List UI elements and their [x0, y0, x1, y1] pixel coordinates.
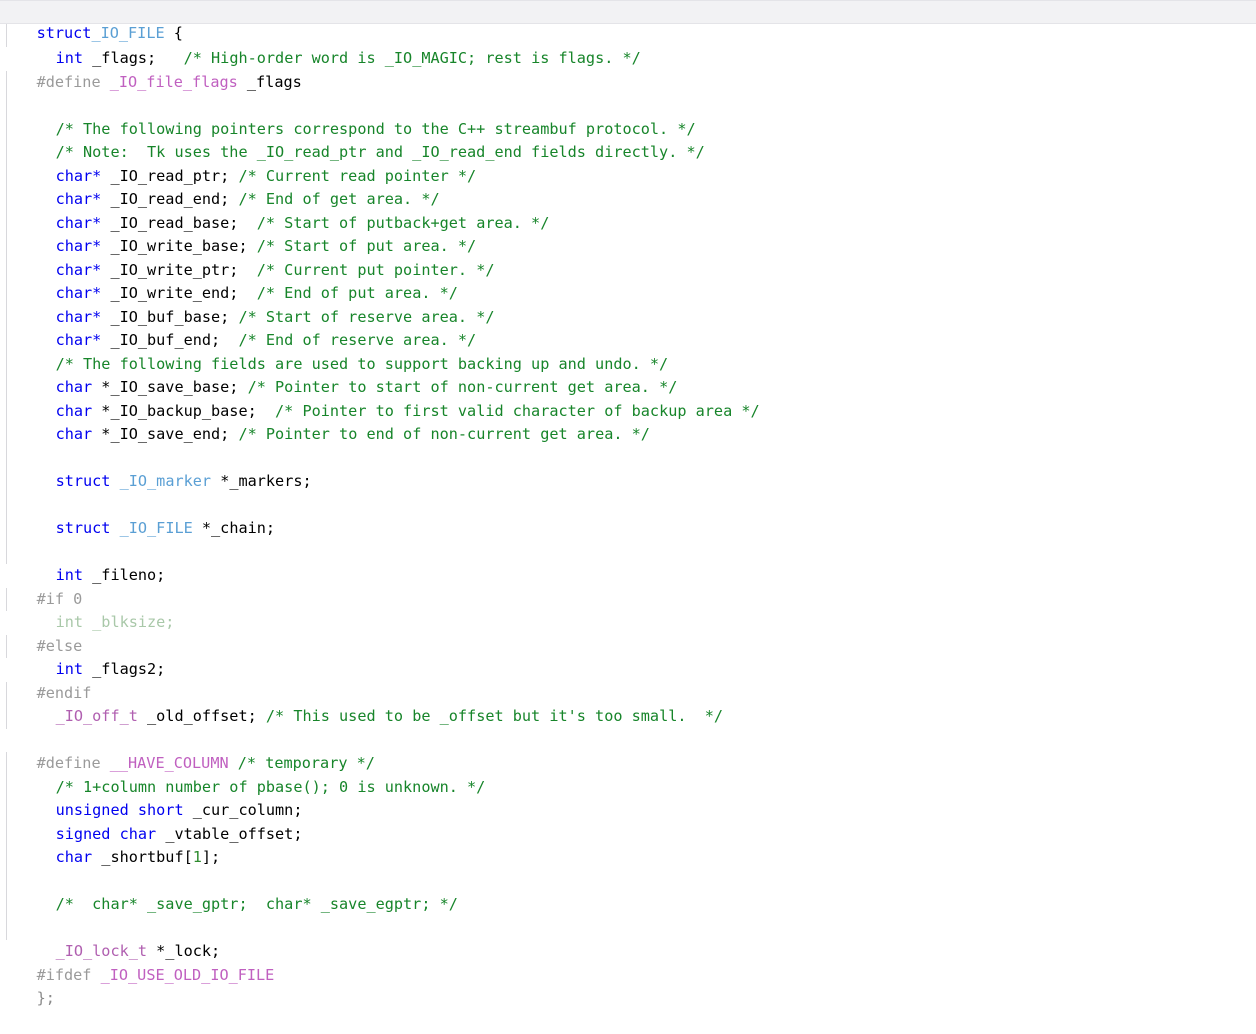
code-editor-view[interactable]: struct_IO_FILE { int _flags; /* High-ord… [0, 0, 1256, 1015]
code-line[interactable]: char* _IO_write_end; /* End of put area.… [0, 258, 1256, 302]
code-line[interactable]: int _flags; /* High-order word is _IO_MA… [0, 23, 1256, 67]
code-line[interactable]: char* _IO_read_end; /* End of get area. … [0, 164, 1256, 208]
code-line-inactive[interactable]: int _blksize; [0, 587, 1256, 631]
code-line-blank[interactable] [0, 893, 1256, 917]
code-line-blank[interactable] [0, 70, 1256, 95]
code-line[interactable]: }; [0, 964, 1256, 1007]
code-line[interactable]: char* _IO_write_ptr; /* Current put poin… [0, 235, 1256, 279]
closing-brace-token: }; [36, 989, 55, 1007]
code-line[interactable]: _IO_lock_t *_lock; [0, 916, 1256, 960]
code-line[interactable]: #define __HAVE_COLUMN /* temporary */ [0, 729, 1256, 772]
code-line[interactable]: char* _IO_write_base; /* Start of put ar… [0, 211, 1256, 255]
code-line-blank[interactable] [0, 470, 1256, 494]
code-line[interactable]: char _shortbuf[1]; [0, 822, 1256, 866]
code-line[interactable]: struct _IO_marker *_markers; [0, 446, 1256, 490]
code-line[interactable]: char *_IO_backup_base; /* Pointer to fir… [0, 376, 1256, 420]
code-line[interactable]: int _flags2; [0, 634, 1256, 678]
code-line[interactable]: char* _IO_buf_base; /* Start of reserve … [0, 282, 1256, 326]
code-line[interactable]: unsigned short _cur_column; [0, 775, 1256, 819]
code-line[interactable]: char *_IO_save_base; /* Pointer to start… [0, 352, 1256, 396]
code-line[interactable]: /* The following pointers correspond to … [0, 94, 1256, 138]
code-line[interactable]: #if 0 [0, 564, 1256, 608]
code-line[interactable]: char* _IO_read_base; /* Start of putback… [0, 188, 1256, 232]
code-line[interactable]: /* Note: Tk uses the _IO_read_ptr and _I… [0, 117, 1256, 161]
code-line[interactable]: char* _IO_read_ptr; /* Current read poin… [0, 141, 1256, 185]
code-line[interactable]: char *_IO_save_end; /* Pointer to end of… [0, 399, 1256, 443]
code-line-blank[interactable] [0, 846, 1256, 870]
code-line[interactable]: #define _IO_file_flags _flags [0, 47, 1256, 91]
code-line[interactable]: #ifdef _IO_USE_OLD_IO_FILE [0, 940, 1256, 984]
code-line[interactable]: #endif [0, 658, 1256, 702]
code-line-blank[interactable] [0, 517, 1256, 541]
code-line[interactable]: #else [0, 611, 1256, 655]
code-line[interactable]: _IO_off_t _old_offset; /* This used to b… [0, 681, 1256, 725]
code-line[interactable]: /* char* _save_gptr; char* _save_egptr; … [0, 869, 1256, 913]
code-line[interactable]: int _fileno; [0, 540, 1256, 584]
code-line[interactable]: signed char _vtable_offset; [0, 799, 1256, 843]
code-line[interactable]: /* 1+column number of pbase(); 0 is unkn… [0, 752, 1256, 796]
code-line-blank[interactable] [0, 423, 1256, 447]
code-line-blank[interactable] [0, 705, 1256, 729]
code-line[interactable]: /* The following fields are used to supp… [0, 329, 1256, 373]
code-line[interactable]: char* _IO_buf_end; /* End of reserve are… [0, 305, 1256, 349]
code-line[interactable]: struct _IO_FILE *_chain; [0, 493, 1256, 537]
code-line[interactable]: struct_IO_FILE { [0, 0, 1256, 42]
